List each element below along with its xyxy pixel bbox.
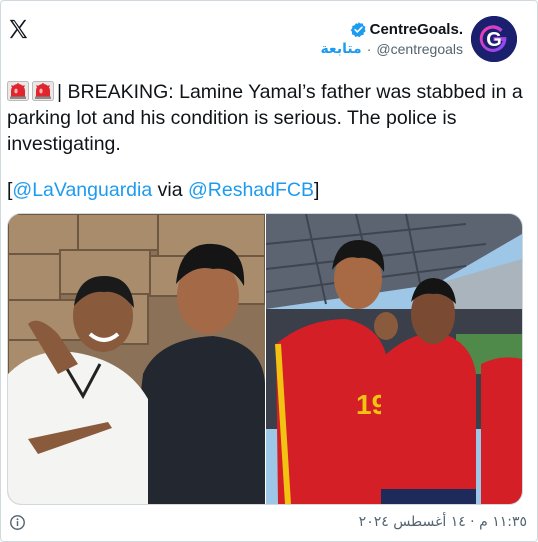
tweet-text: | BREAKING: Lamine Yamal’s father was st… (7, 81, 523, 155)
verified-badge-icon (350, 22, 366, 38)
header-separator: · (366, 41, 372, 57)
photo-left-image (8, 214, 265, 504)
x-logo-icon[interactable] (7, 18, 29, 40)
photo-right[interactable]: 19 (266, 214, 522, 504)
bracket-close: ] (314, 179, 320, 201)
author-info: CentreGoals. متابعة · @centregoals (320, 21, 463, 57)
mention-lavanguardia-link[interactable]: @LaVanguardia (12, 179, 152, 201)
info-icon[interactable] (9, 514, 26, 531)
photo-left[interactable] (8, 214, 265, 504)
avatar[interactable]: G (471, 16, 517, 62)
tweet-body: | BREAKING: Lamine Yamal’s father was st… (7, 79, 527, 157)
follow-button[interactable]: متابعة (320, 41, 361, 57)
author-handle[interactable]: @centregoals (376, 41, 463, 57)
tweet-source-line: [@LaVanguardia via @ReshadFCB] (7, 177, 319, 203)
police-light-icon (7, 81, 29, 101)
tweet-header: CentreGoals. متابعة · @centregoals G (320, 14, 517, 64)
tweet-card: CentreGoals. متابعة · @centregoals G | B… (0, 0, 538, 542)
author-display-name[interactable]: CentreGoals. (370, 21, 463, 38)
mention-reshadfcb-link[interactable]: @ReshadFCB (188, 179, 314, 201)
photo-right-image: 19 (266, 214, 522, 504)
tweet-footer: ١١:٣٥ م · ١٤ أغسطس ٢٠٢٤ (7, 513, 527, 535)
tweet-timestamp[interactable]: ١١:٣٥ م · ١٤ أغسطس ٢٠٢٤ (359, 514, 527, 530)
police-light-icon (32, 81, 54, 101)
centregoals-logo-icon: G (471, 16, 517, 62)
tweet-media[interactable]: 19 (7, 213, 523, 505)
svg-text:G: G (486, 29, 502, 51)
via-text: via (152, 179, 188, 201)
